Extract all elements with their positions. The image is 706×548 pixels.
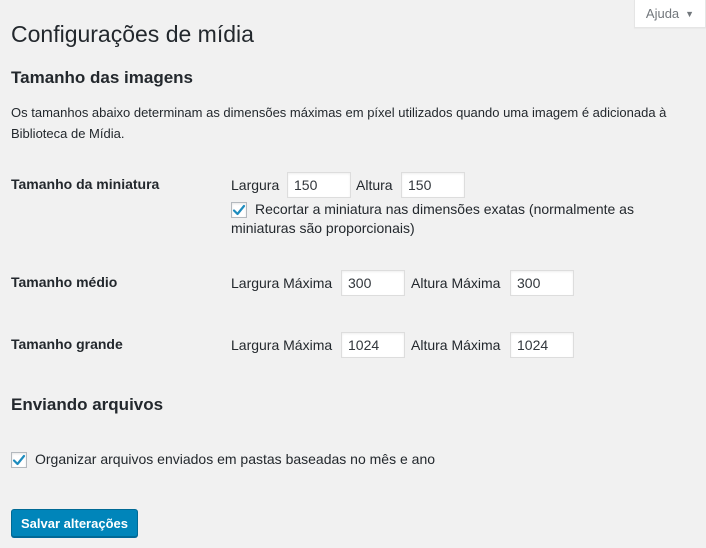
checkmark-icon <box>12 454 26 466</box>
medium-size-label: Tamanho médio <box>11 274 118 290</box>
organize-uploads-checkbox[interactable] <box>11 452 27 468</box>
image-sizes-section-title: Tamanho das imagens <box>11 68 194 87</box>
uploads-section-title: Enviando arquivos <box>11 395 164 414</box>
thumbnail-size-label: Tamanho da miniatura <box>11 176 160 192</box>
thumbnail-width-input[interactable] <box>287 172 351 198</box>
thumbnail-width-label: Largura <box>231 177 280 193</box>
medium-width-input[interactable] <box>341 270 405 296</box>
save-changes-button[interactable]: Salvar alterações <box>11 509 138 537</box>
page-title: Configurações de mídia <box>11 21 254 47</box>
large-height-label: Altura Máxima <box>411 337 501 353</box>
medium-height-label: Altura Máxima <box>411 275 501 291</box>
thumbnail-crop-label-line2: miniaturas são proporcionais) <box>231 220 415 236</box>
help-tab-label: Ajuda <box>645 6 680 21</box>
large-height-input[interactable] <box>510 332 574 358</box>
large-size-label: Tamanho grande <box>11 336 123 352</box>
medium-height-input[interactable] <box>510 270 574 296</box>
organize-uploads-label: Organizar arquivos enviados em pastas ba… <box>35 451 436 467</box>
checkmark-icon <box>232 204 246 216</box>
large-width-input[interactable] <box>341 332 405 358</box>
thumbnail-height-input[interactable] <box>401 172 465 198</box>
thumbnail-height-label: Altura <box>356 177 393 193</box>
thumbnail-crop-label-line1: Recortar a miniatura nas dimensões exata… <box>255 201 634 217</box>
caret-down-icon: ▼ <box>685 8 695 19</box>
medium-width-label: Largura Máxima <box>231 275 333 291</box>
help-tab-button[interactable]: Ajuda ▼ <box>634 0 706 28</box>
image-sizes-description: Os tamanhos abaixo determinam as dimensõ… <box>11 105 667 141</box>
thumbnail-crop-checkbox[interactable] <box>231 202 247 218</box>
large-width-label: Largura Máxima <box>231 337 333 353</box>
